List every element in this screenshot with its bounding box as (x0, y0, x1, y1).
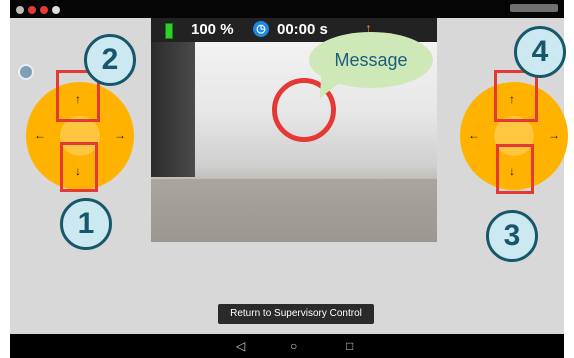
camera-shadow (151, 42, 195, 177)
battery-icon (165, 23, 173, 39)
battery-percent: 100 % (191, 21, 234, 38)
right-dpad-left-arrow[interactable]: ← (468, 128, 480, 142)
badge-1: 1 (60, 198, 112, 250)
android-status-bar (10, 0, 564, 18)
home-icon[interactable]: ○ (290, 340, 297, 352)
right-dpad-right-arrow[interactable]: → (548, 128, 560, 142)
camera-floor (151, 179, 437, 242)
android-nav-bar: ◁ ○ □ (10, 334, 564, 358)
badge-2: 2 (84, 34, 136, 86)
highlight-box-up-right (494, 70, 538, 122)
back-icon[interactable]: ◁ (236, 340, 245, 352)
highlight-box-down-right (496, 144, 534, 194)
recents-icon[interactable]: □ (346, 340, 353, 352)
badge-3: 3 (486, 210, 538, 262)
notification-icon (16, 6, 24, 14)
timer-icon: ◷ (253, 21, 269, 37)
left-dpad-right-arrow[interactable]: → (114, 128, 126, 142)
system-status-icons (510, 4, 558, 12)
left-dpad-left-arrow[interactable]: ← (34, 128, 46, 142)
highlight-box-down-left (60, 142, 98, 192)
badge-4: 4 (514, 26, 566, 78)
notification-icon (28, 6, 36, 14)
notification-icon (40, 6, 48, 14)
message-callout: Message (309, 32, 433, 88)
timer-value: 00:00 s (277, 21, 328, 38)
notification-icon (52, 6, 60, 14)
return-to-supervisory-control-button[interactable]: Return to Supervisory Control (218, 304, 374, 324)
app-settings-icon[interactable] (18, 64, 34, 80)
